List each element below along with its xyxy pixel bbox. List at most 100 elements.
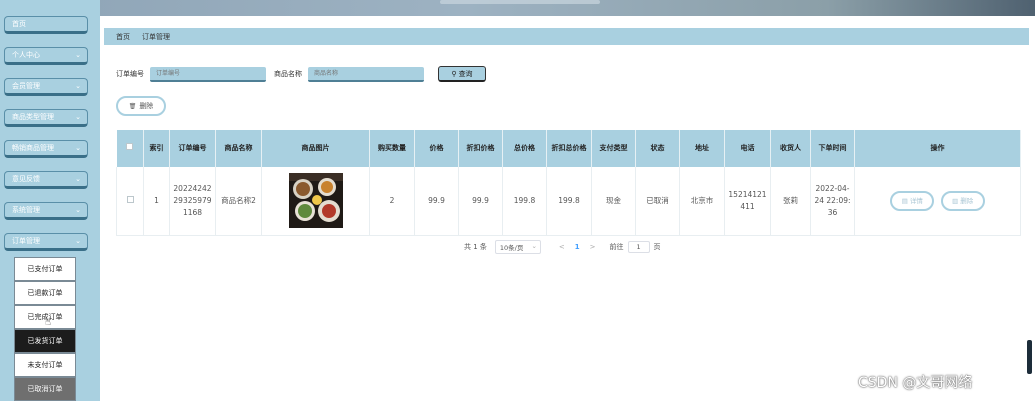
chevron-down-icon: ⌄ [75,206,81,214]
product-image [288,173,343,229]
trash-icon: 🗑 [128,102,137,110]
sidebar-item-label: 会员管理 [12,82,40,90]
sidebar-item-label: 首页 [12,20,26,28]
price-cell: 99.9 [414,167,459,236]
receiver-cell: 张莉 [770,167,811,236]
order-no-label: 订单编号 [116,70,144,78]
column-header: 价格 [414,130,459,167]
column-header: 索引 [143,130,170,167]
column-header: 折扣总价格 [546,130,592,167]
select-all-header[interactable] [116,130,144,167]
chevron-down-icon: ⌄ [75,144,81,152]
submenu-item-refunded[interactable]: 已退款订单 [14,281,76,305]
pay-type-cell: 现金 [591,167,636,236]
column-header: 状态 [635,130,680,167]
column-header: 电话 [724,130,771,167]
sidebar-item-system[interactable]: 系统管理 ⌄ [4,202,88,220]
sidebar-item-label: 个人中心 [12,51,40,59]
phone-cell: 15214121411 [724,167,771,236]
sidebar-item-bestsellers[interactable]: 畅销商品管理 ⌄ [4,140,88,158]
chevron-down-icon: ⌄ [531,242,537,250]
next-page-button[interactable]: > [590,243,596,251]
column-header: 购买数量 [369,130,415,167]
detail-button[interactable]: ▤ 详情 [890,190,935,211]
orders-table: 索引 订单编号 商品名称 商品图片 购买数量 价格 折扣价格 总价格 折扣总价格… [116,130,1021,236]
page-size-select[interactable]: 10条/页 ⌄ [494,240,541,254]
row-checkbox[interactable] [126,195,134,203]
chevron-down-icon: ⌄ [75,113,81,121]
column-header: 地址 [679,130,725,167]
sidebar-item-orders[interactable]: 订单管理 ⌄ [4,233,88,251]
column-header: 订单编号 [169,130,216,167]
breadcrumb-home[interactable]: 首页 [116,32,130,42]
goto-page-input[interactable]: 1 [627,241,650,253]
index-cell: 1 [143,167,170,236]
sidebar-item-home[interactable]: 首页 [4,16,88,34]
page-size-value: 10条/页 [499,244,524,252]
main-content: 首页 订单管理 订单编号 商品名称 ⚲ 查询 🗑 删除 索引 订单编号 [104,16,1035,401]
bulk-delete-button[interactable]: 🗑 删除 [116,96,166,116]
address-cell: 北京市 [679,167,725,236]
banner-title-blur [440,0,600,4]
discount-total-cell: 199.8 [546,167,592,236]
column-header: 商品图片 [261,130,370,167]
discount-price-cell: 99.9 [458,167,503,236]
search-button[interactable]: ⚲ 查询 [438,66,486,82]
scrollbar-thumb[interactable] [1027,340,1032,374]
chevron-down-icon: ⌄ [75,82,81,90]
sidebar-item-product-types[interactable]: 商品类型管理 ⌄ [4,109,88,127]
column-header: 收货人 [770,130,811,167]
column-header: 支付类型 [591,130,636,167]
search-button-label: 查询 [458,69,473,78]
breadcrumb-current: 订单管理 [142,32,170,41]
search-icon: ⚲ [451,69,457,78]
submenu-item-shipped[interactable]: 已发货订单 [14,329,76,353]
sidebar: 首页 个人中心 ⌄ 会员管理 ⌄ 商品类型管理 ⌄ 畅销商品管理 ⌄ 意见反馈 … [0,0,100,401]
sidebar-item-members[interactable]: 会员管理 ⌄ [4,78,88,96]
product-image-cell [261,167,370,236]
hand-cursor-icon: ☝ [45,317,52,328]
top-banner [0,0,1035,16]
search-bar: 订单编号 商品名称 ⚲ 查询 [116,66,486,82]
select-all-checkbox[interactable] [126,143,134,150]
sidebar-item-feedback[interactable]: 意见反馈 ⌄ [4,171,88,189]
document-icon: ▤ [901,196,910,205]
status-cell: 已取消 [635,167,680,236]
sidebar-item-personal[interactable]: 个人中心 ⌄ [4,47,88,65]
product-name-label: 商品名称 [274,70,302,78]
prev-page-button[interactable]: < [559,243,565,251]
watermark: CSDN @文哥网络 [858,375,973,391]
quantity-cell: 2 [369,167,415,236]
table-row: 1 2022424229325979 1168 商品名称2 2 99.9 99.… [116,167,1021,236]
column-header: 操作 [854,130,1021,167]
column-header: 商品名称 [215,130,262,167]
order-no-input[interactable] [150,66,266,82]
actions-cell: ▤ 详情 ▥ 删除 [854,167,1021,236]
order-time-cell: 2022-04-24 22:09:36 [810,167,855,236]
order-no-cell: 2022424229325979 1168 [169,167,216,236]
delete-button-label: 删除 [139,102,154,110]
sidebar-item-label: 意见反馈 [12,175,40,183]
page-suffix: 页 [653,243,661,251]
table-header-row: 索引 订单编号 商品名称 商品图片 购买数量 价格 折扣价格 总价格 折扣总价格… [116,130,1021,167]
row-select-cell[interactable] [116,167,144,236]
current-page[interactable]: 1 [575,243,580,251]
sidebar-item-label: 订单管理 [12,237,40,245]
chevron-down-icon: ⌄ [75,237,81,245]
column-header: 总价格 [502,130,547,167]
product-name-input[interactable] [308,66,424,82]
submenu-item-cancelled[interactable]: 已取消订单 [14,377,76,401]
total-cell: 199.8 [502,167,547,236]
detail-button-label: 详情 [909,196,923,205]
breadcrumb: 首页 订单管理 [104,28,1029,45]
delete-button[interactable]: ▥ 删除 [940,190,985,211]
chevron-down-icon: ⌄ [75,51,81,59]
pager-total: 共 1 条 [464,243,487,251]
submenu-item-unpaid[interactable]: 未支付订单 [14,353,76,377]
goto-label: 前往 [609,243,624,251]
orders-submenu: 已支付订单 已退款订单 已完成订单 已发货订单 未支付订单 已取消订单 [14,257,76,401]
submenu-item-paid[interactable]: 已支付订单 [14,257,76,281]
sidebar-item-label: 畅销商品管理 [12,144,54,152]
column-header: 折扣价格 [458,130,503,167]
sidebar-item-label: 商品类型管理 [12,113,54,121]
